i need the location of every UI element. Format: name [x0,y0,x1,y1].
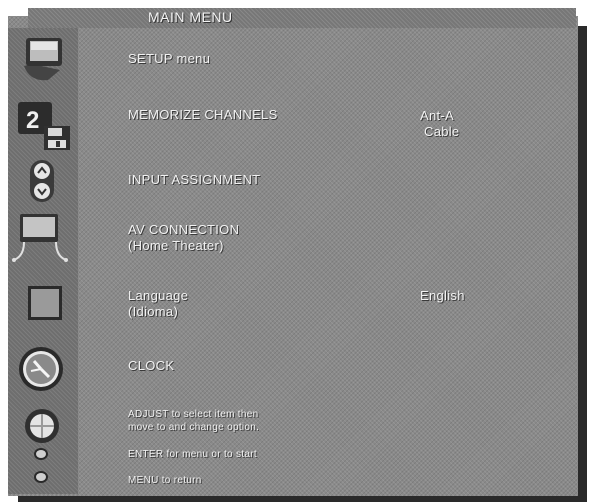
menu-item-clock[interactable]: CLOCK [128,358,174,374]
clock-icon[interactable] [16,344,66,399]
tv-setup-icon[interactable] [20,36,70,89]
av-connection-subtitle: (Home Theater) [128,238,224,253]
menu-button-icon [33,470,49,489]
menu-item-input-assignment[interactable]: INPUT ASSIGNMENT [128,172,260,188]
av-connection-icon[interactable] [10,212,72,269]
panel-shadow-right [578,26,587,500]
channel-memory-icon[interactable]: 2 [14,100,74,159]
language-value: English [420,288,465,303]
help-menu: MENU to return [128,475,202,486]
memorize-channels-value-cable: Cable [424,124,460,139]
help-adjust-line2: move to and change option. [128,422,260,433]
main-menu-panel [8,16,578,496]
help-adjust-line1: ADJUST to select item then [128,409,259,420]
joystick-icon [20,406,64,451]
memorize-channels-value-ant: Ant-A [420,108,455,123]
menu-item-memorize-channels[interactable]: MEMORIZE CHANNELS [128,107,278,123]
svg-text:2: 2 [26,107,39,134]
menu-item-setup[interactable]: SETUP menu [128,51,210,67]
input-arrows-icon[interactable] [28,158,56,209]
enter-button-icon [33,447,49,466]
title-band [28,8,576,28]
menu-item-language[interactable]: Language [128,288,188,304]
language-icon[interactable] [26,284,66,329]
menu-title: MAIN MENU [148,9,233,25]
help-enter: ENTER for menu or to start [128,449,257,460]
language-subtitle: (Idioma) [128,304,179,319]
panel-shadow-bottom [18,496,587,502]
menu-item-av-connection[interactable]: AV CONNECTION [128,222,239,238]
